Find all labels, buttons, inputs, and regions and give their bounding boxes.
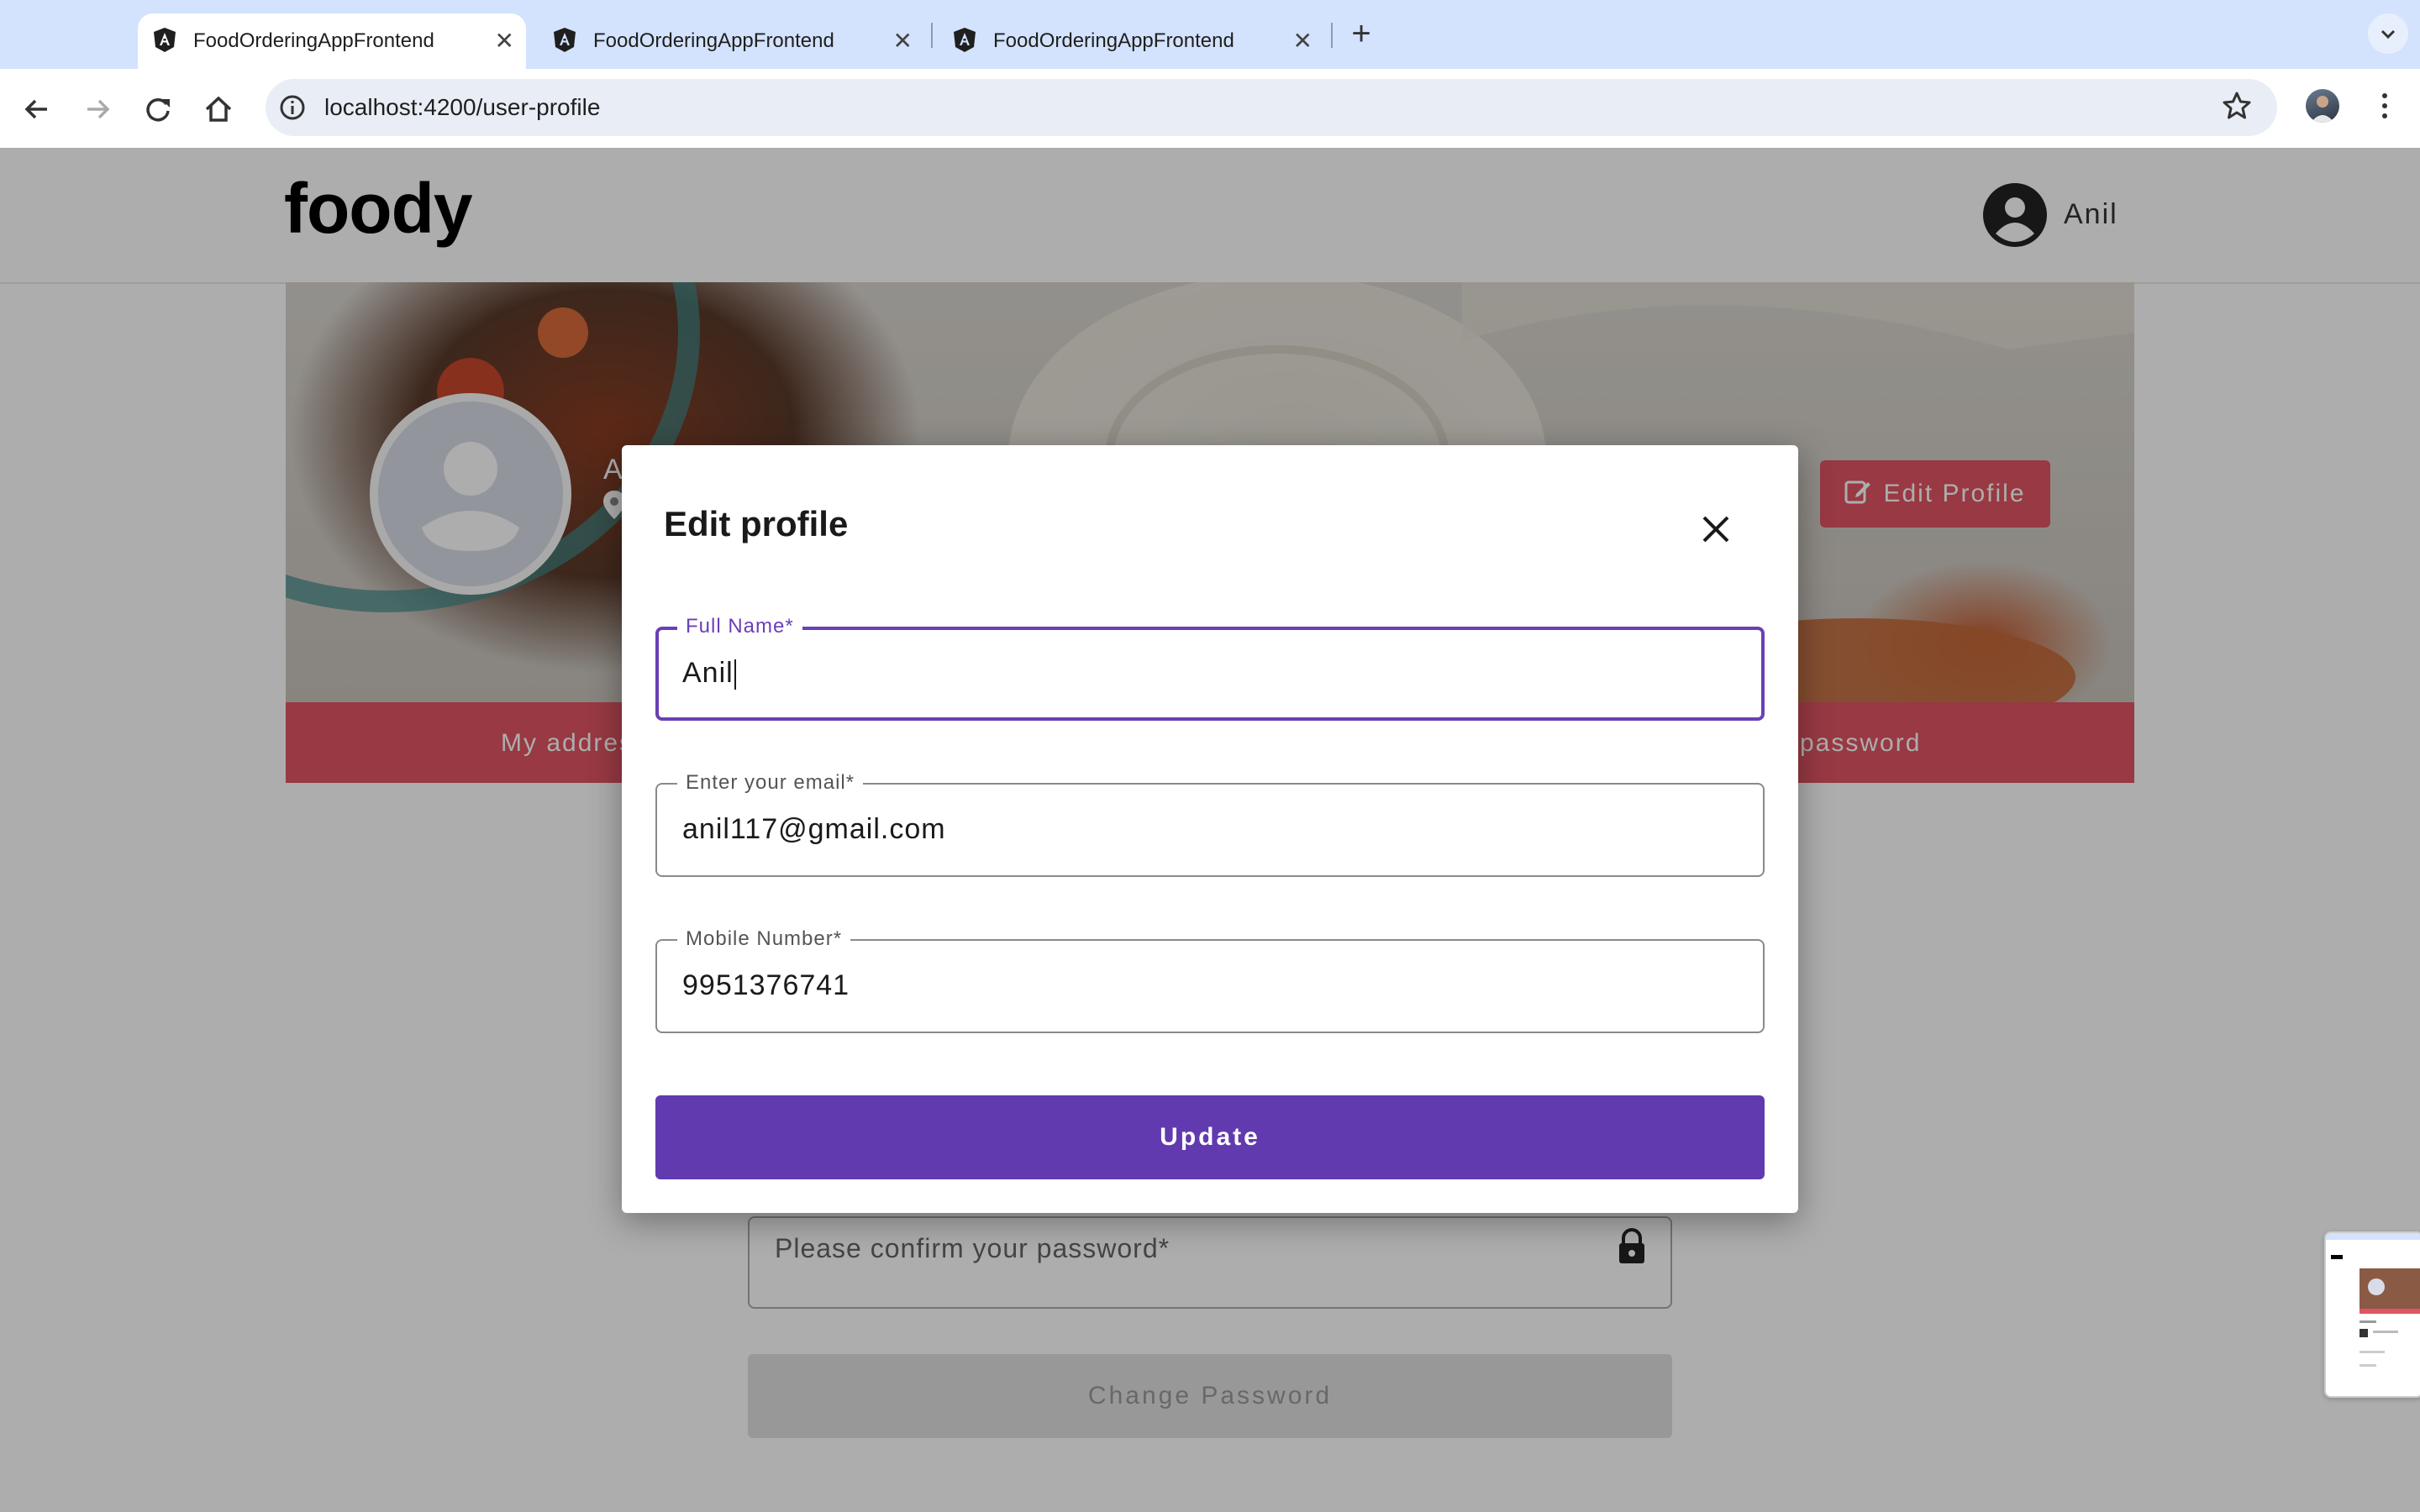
close-tab-icon[interactable]: ✕ [1293,29,1313,53]
full-name-input[interactable]: Anil [682,657,736,690]
full-name-label: Full Name* [677,615,802,638]
mobile-number-input[interactable]: 9951376741 [682,969,850,1002]
tab-title: FoodOrderingAppFrontend [593,29,834,52]
browser-tab-1[interactable]: FoodOrderingAppFrontend ✕ [138,13,526,69]
page-thumbnail-preview[interactable] [2324,1231,2420,1398]
home-icon[interactable] [202,92,235,130]
new-tab-plus-icon[interactable]: + [1344,17,1378,50]
close-icon[interactable] [1696,509,1736,549]
bookmark-star-icon[interactable] [2220,89,2254,127]
update-button[interactable]: Update [655,1095,1765,1179]
tab-search-chevron-icon[interactable] [2368,13,2408,54]
angular-icon [151,26,178,57]
tab-title: FoodOrderingAppFrontend [993,29,1234,52]
site-info-icon[interactable] [277,92,308,127]
tab-separator [931,23,933,48]
profile-avatar-icon[interactable] [2306,89,2339,123]
email-input[interactable]: anil117@gmail.com [682,813,946,846]
tab-title: FoodOrderingAppFrontend [193,29,434,52]
reload-icon[interactable] [141,92,175,130]
browser-tab-2[interactable]: FoodOrderingAppFrontend ✕ [538,13,924,69]
text-caret [734,659,736,690]
angular-icon [951,26,978,57]
forward-arrow-icon[interactable] [81,92,114,130]
dialog-title: Edit profile [664,504,849,543]
browser-tab-3[interactable]: FoodOrderingAppFrontend ✕ [938,13,1324,69]
back-arrow-icon[interactable] [20,92,54,130]
tab-separator [1331,23,1333,48]
full-name-value: Anil [682,657,734,689]
close-tab-icon[interactable]: ✕ [893,29,913,53]
angular-icon [551,26,578,57]
url-text[interactable]: localhost:4200/user-profile [324,91,600,124]
kebab-menu-icon[interactable] [2368,89,2402,123]
close-tab-icon[interactable]: ✕ [495,29,514,53]
full-name-field[interactable] [655,627,1765,721]
mobile-number-label: Mobile Number* [677,927,851,951]
email-label: Enter your email* [677,771,864,795]
